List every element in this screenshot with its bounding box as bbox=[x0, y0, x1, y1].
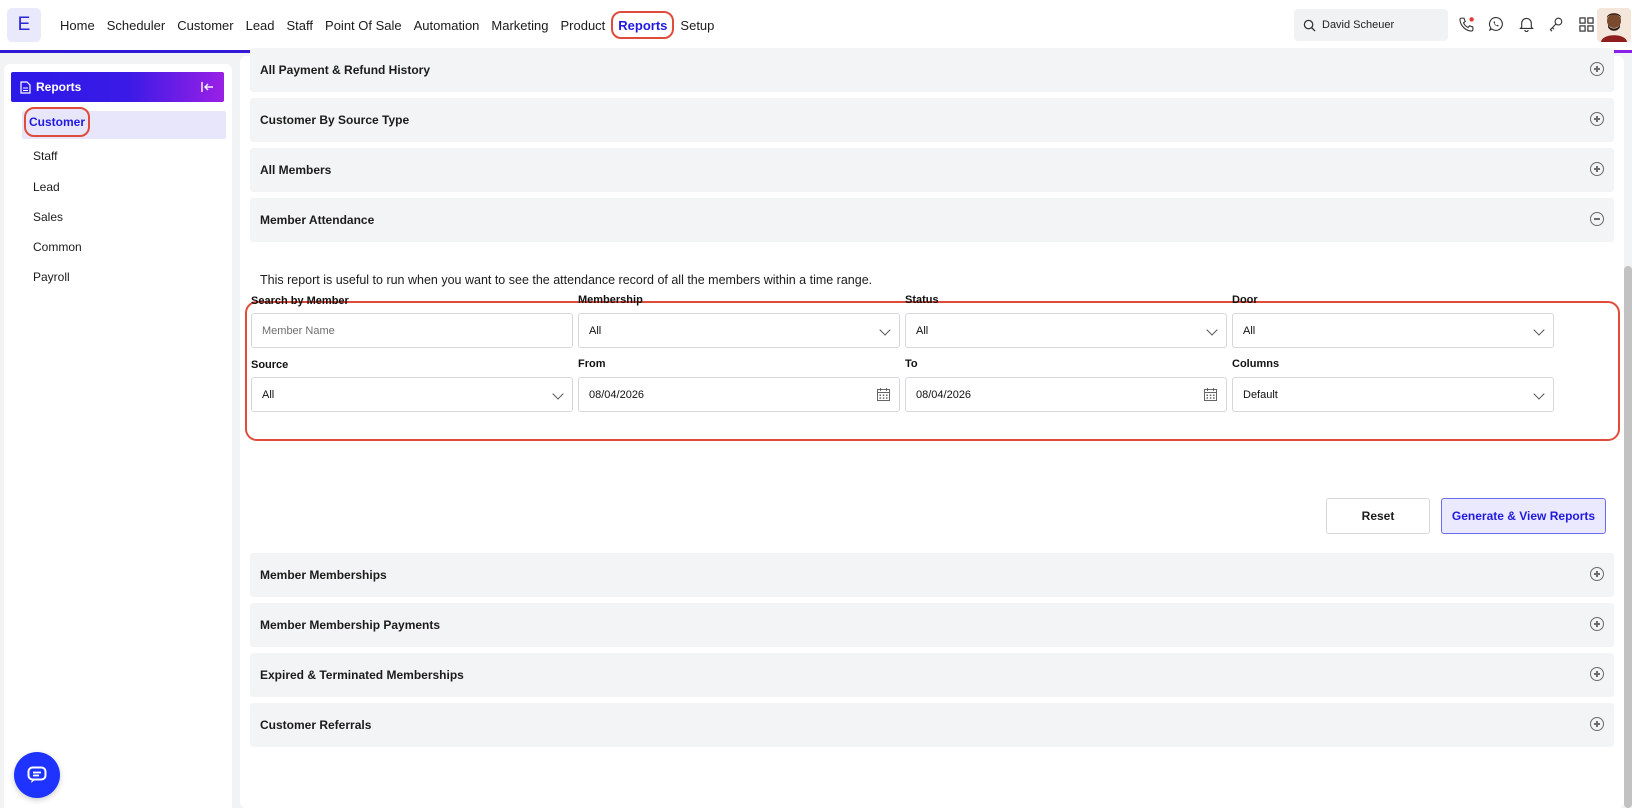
calendar-icon[interactable] bbox=[1203, 387, 1218, 402]
membership-label: Membership bbox=[578, 294, 643, 306]
accordion-title: Customer Referrals bbox=[260, 718, 372, 732]
to-date-input[interactable]: 08/04/2026 bbox=[905, 377, 1227, 412]
nav-home[interactable]: Home bbox=[54, 11, 101, 39]
chevron-down-icon bbox=[552, 388, 564, 400]
search-icon bbox=[1303, 19, 1316, 32]
sidebar-item-lead[interactable]: Lead bbox=[33, 177, 60, 197]
nav-staff[interactable]: Staff bbox=[281, 11, 320, 39]
door-value: All bbox=[1243, 324, 1256, 337]
to-date-value: 08/04/2026 bbox=[916, 388, 972, 401]
reset-button[interactable]: Reset bbox=[1326, 498, 1430, 534]
sidebar-item-payroll[interactable]: Payroll bbox=[33, 267, 70, 287]
search-value: David Scheuer bbox=[1322, 19, 1395, 31]
key-icon[interactable] bbox=[1546, 13, 1566, 35]
nav-reports[interactable]: Reports bbox=[611, 11, 675, 39]
status-value: All bbox=[916, 324, 929, 337]
to-date-label: To bbox=[905, 358, 918, 370]
nav-point-of-sale[interactable]: Point Of Sale bbox=[319, 11, 408, 39]
status-label: Status bbox=[905, 294, 939, 306]
membership-value: All bbox=[589, 324, 602, 337]
accordion-expired-terminated-memberships[interactable]: Expired & Terminated Memberships bbox=[250, 653, 1614, 697]
sidebar-header: Reports bbox=[11, 72, 224, 102]
nav-marketing[interactable]: Marketing bbox=[485, 11, 554, 39]
sidebar-item-staff[interactable]: Staff bbox=[33, 146, 57, 166]
collapse-minus-icon[interactable] bbox=[1590, 212, 1604, 226]
columns-value: Default bbox=[1243, 388, 1278, 401]
search-by-member-label: Search by Member bbox=[251, 295, 349, 307]
reports-main-panel: All Payment & Refund History Customer By… bbox=[240, 48, 1624, 808]
sidebar-item-common[interactable]: Common bbox=[33, 237, 82, 257]
chat-icon bbox=[27, 766, 47, 783]
top-navbar: E Home Scheduler Customer Lead Staff Poi… bbox=[0, 0, 1632, 50]
from-date-label: From bbox=[578, 358, 606, 370]
from-date-input[interactable]: 08/04/2026 bbox=[578, 377, 900, 412]
accordion-title: Expired & Terminated Memberships bbox=[260, 668, 464, 682]
nav-customer[interactable]: Customer bbox=[171, 11, 239, 39]
app-logo[interactable]: E bbox=[7, 8, 41, 42]
membership-select[interactable]: All bbox=[578, 313, 900, 348]
generate-view-reports-button[interactable]: Generate & View Reports bbox=[1441, 498, 1606, 534]
phone-icon[interactable] bbox=[1456, 13, 1476, 35]
chevron-down-icon bbox=[879, 324, 891, 336]
report-file-icon bbox=[20, 80, 31, 94]
accordion-title: Member Attendance bbox=[260, 213, 375, 227]
nav-automation[interactable]: Automation bbox=[408, 11, 486, 39]
collapse-sidebar-icon[interactable] bbox=[199, 79, 215, 95]
chevron-down-icon bbox=[1206, 324, 1218, 336]
main-nav: Home Scheduler Customer Lead Staff Point… bbox=[54, 0, 720, 50]
accordion-customer-by-source-type[interactable]: Customer By Source Type bbox=[250, 98, 1614, 142]
accordion-title: All Members bbox=[260, 163, 332, 177]
chevron-down-icon bbox=[1533, 324, 1545, 336]
accordion-member-membership-payments[interactable]: Member Membership Payments bbox=[250, 603, 1614, 647]
user-avatar[interactable] bbox=[1597, 8, 1631, 42]
reports-sidebar: Reports bbox=[4, 64, 232, 808]
accordion-title: Customer By Source Type bbox=[260, 113, 410, 127]
nav-scheduler[interactable]: Scheduler bbox=[101, 11, 172, 39]
expand-plus-icon[interactable] bbox=[1590, 162, 1604, 176]
chevron-down-icon bbox=[1533, 388, 1545, 400]
expand-plus-icon[interactable] bbox=[1590, 567, 1604, 581]
page-scrollbar[interactable] bbox=[1624, 266, 1632, 808]
sidebar-item-sales[interactable]: Sales bbox=[33, 207, 63, 227]
accordion-all-members[interactable]: All Members bbox=[250, 148, 1614, 192]
top-icon-group bbox=[1456, 13, 1596, 35]
nav-product[interactable]: Product bbox=[554, 11, 611, 39]
accordion-member-attendance[interactable]: Member Attendance bbox=[250, 198, 1614, 242]
source-select[interactable]: All bbox=[251, 377, 573, 412]
nav-lead[interactable]: Lead bbox=[240, 11, 281, 39]
apps-grid-icon[interactable] bbox=[1576, 13, 1596, 35]
expand-plus-icon[interactable] bbox=[1590, 717, 1604, 731]
member-name-input[interactable]: Member Name bbox=[251, 313, 573, 348]
expand-plus-icon[interactable] bbox=[1590, 617, 1604, 631]
source-value: All bbox=[262, 388, 275, 401]
accordion-title: All Payment & Refund History bbox=[260, 63, 431, 77]
from-date-value: 08/04/2026 bbox=[589, 388, 645, 401]
bell-icon[interactable] bbox=[1516, 13, 1536, 35]
chat-support-button[interactable] bbox=[14, 752, 60, 798]
accordion-customer-referrals[interactable]: Customer Referrals bbox=[250, 703, 1614, 747]
columns-label: Columns bbox=[1232, 358, 1280, 370]
global-search[interactable]: David Scheuer bbox=[1294, 9, 1448, 41]
calendar-icon[interactable] bbox=[876, 387, 891, 402]
whatsapp-icon[interactable] bbox=[1486, 13, 1506, 35]
status-select[interactable]: All bbox=[905, 313, 1227, 348]
columns-select[interactable]: Default bbox=[1232, 377, 1554, 412]
report-description: This report is useful to run when you wa… bbox=[260, 273, 873, 287]
accordion-title: Member Memberships bbox=[260, 568, 387, 582]
accordion-all-payment-refund-history[interactable]: All Payment & Refund History bbox=[250, 48, 1614, 92]
door-label: Door bbox=[1232, 294, 1258, 306]
expand-plus-icon[interactable] bbox=[1590, 112, 1604, 126]
accordion-member-memberships[interactable]: Member Memberships bbox=[250, 553, 1614, 597]
expand-plus-icon[interactable] bbox=[1590, 62, 1604, 76]
sidebar-title: Reports bbox=[36, 80, 82, 94]
source-label: Source bbox=[251, 359, 289, 371]
sidebar-item-customer[interactable]: Customer bbox=[24, 107, 90, 137]
expand-plus-icon[interactable] bbox=[1590, 667, 1604, 681]
nav-setup[interactable]: Setup bbox=[674, 11, 720, 39]
door-select[interactable]: All bbox=[1232, 313, 1554, 348]
accordion-title: Member Membership Payments bbox=[260, 618, 441, 632]
